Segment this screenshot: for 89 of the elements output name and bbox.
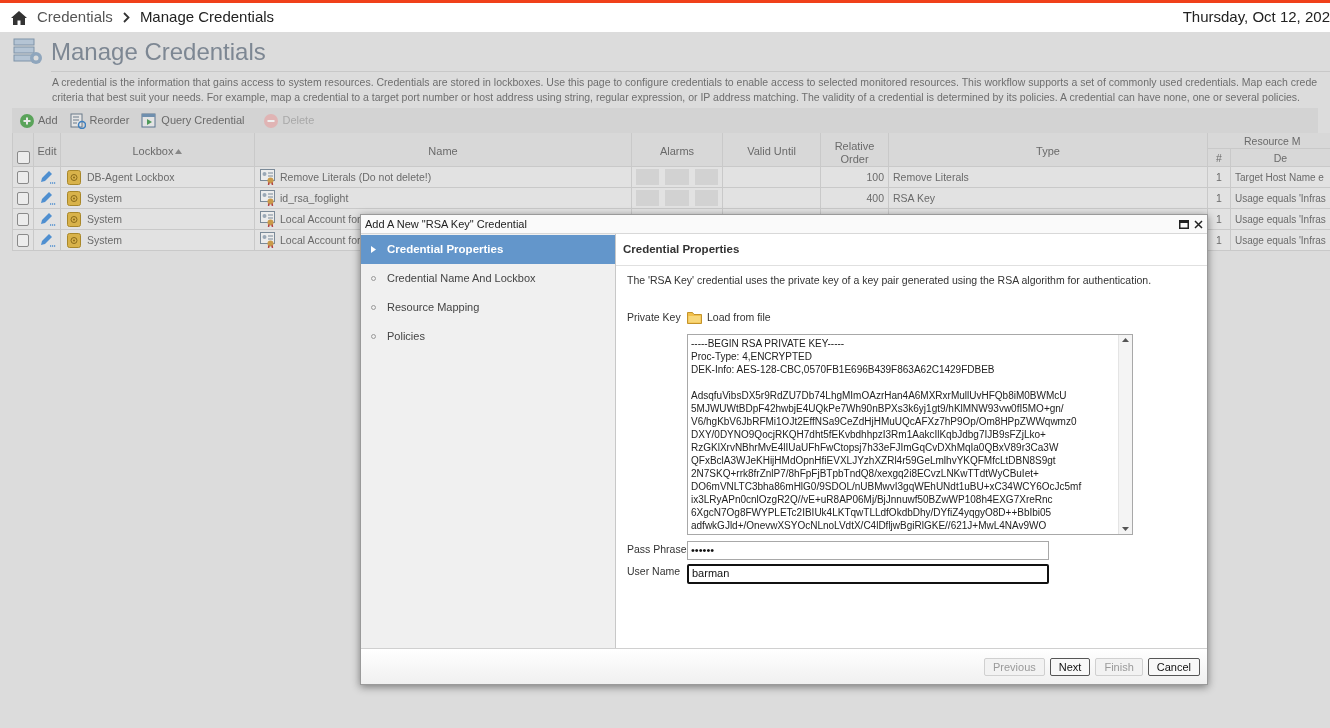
pencil-icon[interactable] xyxy=(38,211,56,227)
safe-icon xyxy=(67,169,81,185)
user-name-field[interactable]: barman xyxy=(687,563,1049,584)
certificate-icon xyxy=(260,232,276,248)
field-label: User Name xyxy=(627,563,682,579)
breadcrumb-item[interactable]: Credentials xyxy=(37,6,113,29)
step-item[interactable]: Policies xyxy=(361,322,615,351)
intro-text: The 'RSA Key' credential uses the private key of a key pair generated using the RSA algorithm for authentication. xyxy=(627,273,1153,288)
window-play-icon xyxy=(141,112,158,129)
up-arrow-icon[interactable] xyxy=(1122,337,1129,342)
toolbar-button[interactable]: Add xyxy=(20,112,58,129)
pencil-icon[interactable] xyxy=(38,190,56,206)
table-cell: 1 xyxy=(1216,233,1222,246)
table-cell: Local Account for xyxy=(280,233,361,247)
step-item[interactable]: Resource Mapping xyxy=(361,293,615,322)
table-cell: System xyxy=(87,212,122,226)
date-text: Thursday, Oct 12, 202 xyxy=(1182,7,1330,28)
checkbox[interactable] xyxy=(16,151,30,164)
safe-icon xyxy=(67,211,81,227)
table-cell: Usage equals 'Infras xyxy=(1235,192,1326,204)
column-header[interactable]: # xyxy=(1216,152,1222,165)
safe-icon xyxy=(67,232,81,248)
triangle-right-icon xyxy=(371,246,376,253)
table-cell: id_rsa_foglight xyxy=(280,191,349,205)
table-cell: 100 xyxy=(866,170,884,183)
checkbox[interactable] xyxy=(17,212,29,226)
column-header[interactable]: Edit xyxy=(37,144,57,158)
safe-icon xyxy=(67,190,81,206)
field-label: Private Key xyxy=(627,309,682,325)
column-header[interactable]: Valid Until xyxy=(747,144,796,158)
description-text: criteria that best suit your needs. For example, map a credential to a target port number or host address using string, regular expression, or IP address matching. The validity of a credential is determined by its policies. A credential can have none, one or several policies. xyxy=(52,90,1302,105)
checkbox[interactable] xyxy=(17,191,29,205)
toolbar-button[interactable]: Query Credential xyxy=(141,112,245,129)
column-header[interactable]: De xyxy=(1273,152,1288,165)
table-cell: System xyxy=(87,191,122,205)
table-cell: RSA Key xyxy=(893,191,936,204)
table-cell: Target Host Name e xyxy=(1235,171,1324,183)
dialog-title: Add A New "RSA Key" Credential xyxy=(365,216,527,232)
certificate-icon xyxy=(260,190,276,206)
list-refresh-icon xyxy=(69,112,86,129)
cards-gear-icon xyxy=(12,37,44,67)
column-header: Resource M xyxy=(1244,135,1301,148)
pass-phrase-field[interactable]: •••••• xyxy=(687,540,1049,560)
close-icon[interactable] xyxy=(1194,219,1203,229)
table-cell: 1 xyxy=(1216,170,1222,183)
column-header[interactable]: Type xyxy=(1036,144,1060,158)
column-header[interactable]: Relative Order xyxy=(823,140,886,166)
down-arrow-icon[interactable] xyxy=(1122,526,1129,531)
table-cell: Remove Literals (Do not delete!) xyxy=(280,170,432,184)
section-heading: Credential Properties xyxy=(623,241,740,257)
minus-icon xyxy=(264,113,279,128)
table-cell: Remove Literals xyxy=(893,170,969,183)
plus-icon xyxy=(20,113,34,128)
scrollbar[interactable] xyxy=(1118,334,1132,534)
dialog-button[interactable]: Cancel xyxy=(1147,657,1200,676)
page-title: Manage Credentials xyxy=(51,37,266,67)
step-item[interactable]: Credential Properties xyxy=(361,235,615,264)
description-text: A credential is the information that gains access to system resources. Credentials are stored in lockboxes. Use this page to configure credentials to enable access to selected monitored resources. This workflow supports a set of commonly used credentials. Map each crede xyxy=(52,75,1319,90)
checkbox[interactable] xyxy=(17,170,29,184)
breadcrumb-item: Manage Credentials xyxy=(139,7,275,28)
table-cell: 1 xyxy=(1216,191,1222,204)
pencil-icon[interactable] xyxy=(38,232,56,248)
certificate-icon xyxy=(260,211,276,227)
table-cell: 1 xyxy=(1216,212,1222,225)
column-header[interactable]: Alarms xyxy=(659,144,695,158)
step-item[interactable]: Credential Name And Lockbox xyxy=(361,264,615,293)
certificate-icon xyxy=(260,169,276,185)
checkbox[interactable] xyxy=(17,233,29,247)
home-icon[interactable] xyxy=(11,10,27,25)
field-label: Pass Phrase xyxy=(627,542,687,558)
pencil-icon[interactable] xyxy=(38,169,56,185)
maximize-icon[interactable] xyxy=(1179,219,1189,229)
table-cell: Usage equals 'Infras xyxy=(1235,213,1326,225)
load-file-link[interactable]: Load from file xyxy=(687,309,771,326)
circle-icon xyxy=(371,334,376,339)
column-header[interactable]: Lockbox xyxy=(132,144,183,158)
table-cell: Local Account for xyxy=(280,212,361,226)
dialog-button[interactable]: Next xyxy=(1049,657,1091,676)
circle-icon xyxy=(371,305,376,310)
chevron-right-icon xyxy=(122,12,130,23)
table-cell: 400 xyxy=(866,191,884,204)
table-cell: System xyxy=(87,233,122,247)
column-header[interactable]: Name xyxy=(428,144,458,158)
private-key-field[interactable]: -----BEGIN RSA PRIVATE KEY----- Proc-Type: 4,ENCRYPTED DEK-Info: AES-128-CBC,0570FB1E696B439F863A62C1429FDBEB AdsqfuVibsDX5r9RdZU7Db74LhgMImOAzrHan4A6MXRxrMullUvHFQb8iM0BWMcU 5MJWUWtBDpF42hwbjE4UQkPe7Wh90nBPXs3k6yj1gt9/hKlMNW93vw0fI5MO+gn/ V6/hgKbV6JbRFMi1OJt2EffNSa9CeZdHjHMuUQcAFXz7hP9Op/Om8HPpZWWqwmz0 DXY/0DYNO9QocjRKQH7dht5fEKvbdhhpzI3Rm1AakcIlKqbJdbg7IJB9sFZjLko+ RzGKlXrvNBhrMvE4lIUaUFhFwCtopsj7h33eFJImGqCvDXhMqIa0QBxV89r3Ca3W QFxBclA3WJeKHijHMdOpnHfiEVXLJYzhXZRl4r59GeLmlhvYKQFMfcLtDBN8S9gt 2N7SKQ+rrk8frZnlP7/8hFpFjBTpbTndQ8/xexgq2i8ECvzLNKwTTdtWyCBuIet+ DO6mVNLTC3bha86mHlG0/9SDOL/nUBMwvI3gqWEhUNdt1uBU+xC34WCY6OcJc5mf ix3LRyAPn0cnlOzgR2Q//vE+uR8AP06Mj/BjJnnuwf50BZwWP108h4EXG7XreRnc 6XgcN7Og8FWYPLETc2IBIUk4LKTqwTLLdfOkdbDhy/DYfiZ4yqgyO8D++BbIbi05 adfwkGJld+/OnevwXSYOcNLnoLVdtX/C4lDfljwBgiRlGKE//621J+MwL4NAv9WO xyxy=(687,333,1133,535)
circle-icon xyxy=(371,276,376,281)
toolbar-button[interactable]: Reorder xyxy=(69,112,130,129)
table-cell: DB-Agent Lockbox xyxy=(87,170,175,184)
table-cell: Usage equals 'Infras xyxy=(1235,234,1326,246)
folder-icon xyxy=(687,311,702,325)
